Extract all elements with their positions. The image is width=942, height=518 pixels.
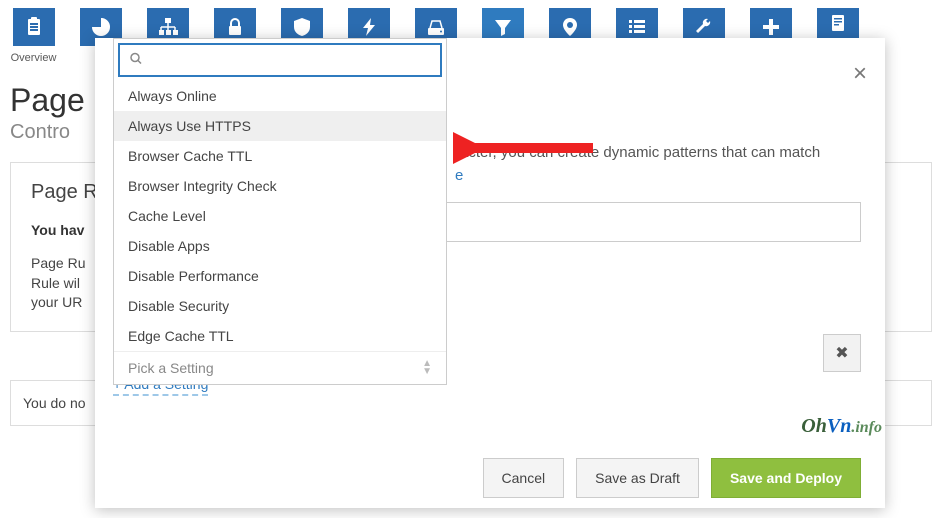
setting-option[interactable]: Always Online bbox=[114, 81, 446, 111]
save-draft-button[interactable]: Save as Draft bbox=[576, 458, 699, 498]
setting-option[interactable]: Cache Level bbox=[114, 201, 446, 231]
setting-options-list: Always OnlineAlways Use HTTPSBrowser Cac… bbox=[114, 81, 446, 351]
close-icon[interactable]: × bbox=[853, 60, 867, 88]
clipboard-icon bbox=[13, 8, 55, 46]
modal-footer: Cancel Save as Draft Save and Deploy bbox=[95, 458, 885, 498]
cancel-button[interactable]: Cancel bbox=[483, 458, 565, 498]
setting-placeholder[interactable]: Pick a Setting ▲▼ bbox=[114, 351, 446, 384]
setting-dropdown: Always OnlineAlways Use HTTPSBrowser Cac… bbox=[113, 38, 447, 385]
setting-option[interactable]: Disable Apps bbox=[114, 231, 446, 261]
remove-setting-button[interactable]: ✖ bbox=[823, 334, 861, 372]
create-page-rule-modal: × racter, you can create dynamic pattern… bbox=[95, 38, 885, 508]
chevron-updown-icon: ▲▼ bbox=[422, 360, 432, 376]
setting-search-input[interactable] bbox=[126, 51, 434, 67]
nav-label: Overview bbox=[11, 52, 57, 64]
learn-more-link[interactable]: e bbox=[455, 167, 463, 184]
setting-option[interactable]: Browser Integrity Check bbox=[114, 171, 446, 201]
nav-item-Overview[interactable]: Overview bbox=[0, 0, 67, 68]
doc-icon bbox=[817, 8, 859, 38]
setting-option[interactable]: Edge Cache TTL bbox=[114, 321, 446, 351]
setting-search-wrap bbox=[118, 43, 442, 77]
setting-option[interactable]: Disable Performance bbox=[114, 261, 446, 291]
setting-option[interactable]: Always Use HTTPS bbox=[114, 111, 446, 141]
save-deploy-button[interactable]: Save and Deploy bbox=[711, 458, 861, 498]
annotation-arrow bbox=[453, 128, 603, 168]
setting-option[interactable]: Disable Security bbox=[114, 291, 446, 321]
watermark: OhVn.info bbox=[801, 415, 882, 438]
search-icon bbox=[130, 53, 142, 68]
setting-option[interactable]: Browser Cache TTL bbox=[114, 141, 446, 171]
